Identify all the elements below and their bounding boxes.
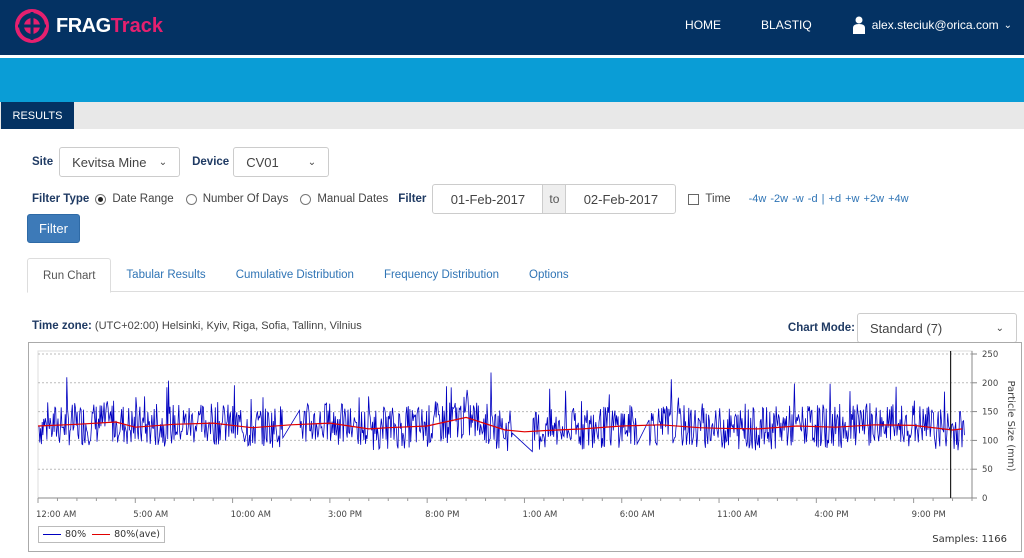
radio-number-of-days[interactable] (185, 193, 197, 205)
x-tick-label: 6:00 AM (620, 510, 655, 520)
chart-legend: 80% 80%(ave) (38, 526, 165, 543)
banner-band (0, 55, 1024, 102)
radio-number-of-days-label[interactable]: Number Of Days (203, 193, 289, 205)
chart-mode-value: Standard (7) (870, 320, 943, 336)
radio-manual-dates[interactable] (300, 193, 312, 205)
x-tick-label: 11:00 AM (717, 510, 757, 520)
chart-mode-label: Chart Mode: (787, 322, 855, 334)
y-tick-label: 150 (982, 408, 998, 418)
date-to-input[interactable]: 02-Feb-2017 (565, 184, 677, 214)
nav-blastiq[interactable]: BLASTIQ (761, 18, 812, 32)
y-tick-label: 50 (982, 465, 993, 475)
x-tick-label: 8:00 PM (425, 510, 459, 520)
time-label: Time (705, 193, 731, 205)
main-nav: HOME BLASTIQ alex.steciuk@orica.com ⌄ (685, 0, 1012, 50)
y-tick-label: 0 (982, 494, 987, 504)
radio-manual-dates-label[interactable]: Manual Dates (317, 193, 388, 205)
chevron-down-icon: ⌄ (1003, 19, 1012, 31)
site-value: Kevitsa Mine (72, 154, 147, 170)
filter-label: Filter (398, 193, 427, 205)
legend-swatch-80-ave (92, 534, 111, 535)
filter-type-row: Filter Type Date Range Number Of Days Ma… (32, 184, 909, 214)
x-tick-label: 3:00 PM (328, 510, 362, 520)
device-label: Device (192, 156, 230, 168)
chevron-down-icon: ⌄ (307, 156, 317, 168)
legend-swatch-80 (43, 534, 61, 535)
y-tick-label: 250 (982, 350, 998, 360)
timezone-label: Time zone: (32, 320, 92, 332)
tab-cumulative-distribution[interactable]: Cumulative Distribution (221, 258, 369, 291)
filter-button[interactable]: Filter (27, 214, 80, 243)
chevron-down-icon: ⌄ (995, 322, 1004, 334)
user-email: alex.steciuk@orica.com (871, 18, 999, 32)
quick-date-links[interactable]: -4w -2w -w -d | +d +w +2w +4w (749, 193, 909, 205)
x-tick-label: 9:00 PM (912, 510, 946, 520)
timezone: Time zone: (UTC+02:00) Helsinki, Kyiv, R… (32, 320, 362, 332)
series-80-line (38, 372, 965, 453)
section-tabstrip: RESULTS (0, 102, 1024, 129)
user-menu[interactable]: alex.steciuk@orica.com ⌄ (852, 16, 1012, 34)
site-label: Site (32, 156, 54, 168)
radio-date-range-label[interactable]: Date Range (112, 193, 173, 205)
chart-mode-select[interactable]: Standard (7) ⌄ (857, 313, 1017, 343)
crosshair-logo-icon (15, 9, 49, 43)
radio-date-range[interactable] (95, 193, 107, 205)
legend-label-80: 80% (65, 529, 87, 540)
logo-text-frag: FRAG (56, 14, 111, 37)
time-checkbox[interactable] (688, 193, 700, 205)
site-select[interactable]: Kevitsa Mine ⌄ (59, 147, 181, 177)
user-icon (852, 16, 865, 34)
results-tab[interactable]: RESULTS (1, 102, 74, 129)
chart-mode: Chart Mode: Standard (7) ⌄ (788, 313, 1017, 343)
legend-label-80-ave: 80%(ave) (114, 529, 160, 540)
run-chart: 0 50 100 150 200 250 Particle Size (mm) 12:00 A… (28, 342, 1022, 552)
x-tick-label: 1:00 AM (522, 510, 557, 520)
tab-tabular-results[interactable]: Tabular Results (111, 258, 220, 291)
filter-type-label: Filter Type (32, 193, 90, 205)
x-tick-label: 4:00 PM (814, 510, 848, 520)
tab-frequency-distribution[interactable]: Frequency Distribution (369, 258, 514, 291)
run-chart-svg: 0 50 100 150 200 250 Particle Size (mm) 12:00 A… (36, 350, 1016, 520)
date-from-input[interactable]: 01-Feb-2017 (432, 184, 544, 214)
fragtrack-logo[interactable]: FRAG Track (14, 8, 163, 44)
logo-text-track: Track (110, 14, 163, 37)
result-tabs: Run Chart Tabular Results Cumulative Dis… (27, 258, 1024, 293)
timezone-value: (UTC+02:00) Helsinki, Kyiv, Riga, Sofia,… (94, 320, 362, 332)
y-axis-label: Particle Size (mm) (1005, 380, 1016, 471)
samples-count: Samples: 1166 (932, 534, 1007, 545)
x-tick-label: 12:00 AM (36, 510, 76, 520)
top-navbar: FRAG Track HOME BLASTIQ alex.steciuk@oric… (0, 0, 1024, 55)
chevron-down-icon: ⌄ (158, 156, 168, 168)
tab-run-chart[interactable]: Run Chart (27, 258, 112, 293)
y-tick-label: 200 (982, 379, 998, 389)
device-value: CV01 (246, 154, 279, 170)
tab-options[interactable]: Options (514, 258, 584, 291)
to-label: to (543, 184, 566, 214)
x-tick-label: 5:00 AM (133, 510, 168, 520)
device-select[interactable]: CV01 ⌄ (233, 147, 330, 177)
site-device-row: Site Kevitsa Mine ⌄ Device CV01 ⌄ (32, 147, 330, 177)
y-tick-label: 100 (982, 436, 998, 446)
nav-home[interactable]: HOME (685, 18, 721, 32)
x-tick-label: 10:00 AM (231, 510, 271, 520)
